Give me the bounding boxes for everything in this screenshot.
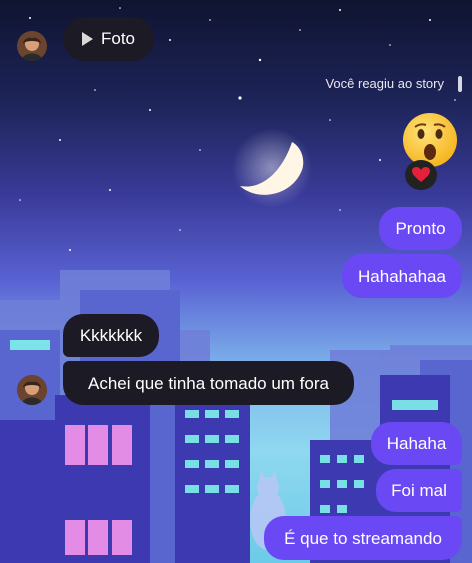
sent-message[interactable]: É que to streamando (264, 516, 462, 560)
message-text: Pronto (395, 219, 446, 238)
message-text: Hahahahaa (358, 266, 446, 286)
message-text: Kkkkkkk (79, 326, 143, 345)
received-message[interactable]: Kkkkkkk (63, 314, 159, 357)
story-reaction-caption: Você reagiu ao story (325, 76, 444, 91)
play-icon (81, 32, 93, 46)
story-media-button[interactable]: Foto (63, 17, 154, 61)
contact-avatar[interactable] (17, 375, 47, 405)
scrollbar[interactable] (458, 76, 462, 92)
heart-icon (412, 167, 430, 182)
heart-reaction-badge (405, 160, 437, 190)
contact-avatar[interactable] (17, 31, 47, 61)
received-message[interactable]: Achei que tinha tomado um fora (63, 361, 354, 405)
message-text: Hahaha (386, 434, 447, 453)
message-text: Foi mal (391, 481, 447, 500)
sent-message[interactable]: Hahaha (371, 422, 462, 465)
sent-message[interactable]: Foi mal (376, 469, 462, 512)
message-thread: Foto Você reagiu ao story Pronto Hahahah… (0, 0, 472, 563)
message-text: Achei que tinha tomado um fora (88, 373, 329, 393)
message-text: É que to streamando (284, 528, 442, 548)
chat-screen: Foto Você reagiu ao story Pronto Hahahah… (0, 0, 472, 563)
surprised-face-icon (403, 113, 457, 167)
sent-message[interactable]: Hahahahaa (342, 254, 462, 298)
sent-message[interactable]: Pronto (379, 207, 462, 250)
story-media-label: Foto (100, 29, 136, 48)
